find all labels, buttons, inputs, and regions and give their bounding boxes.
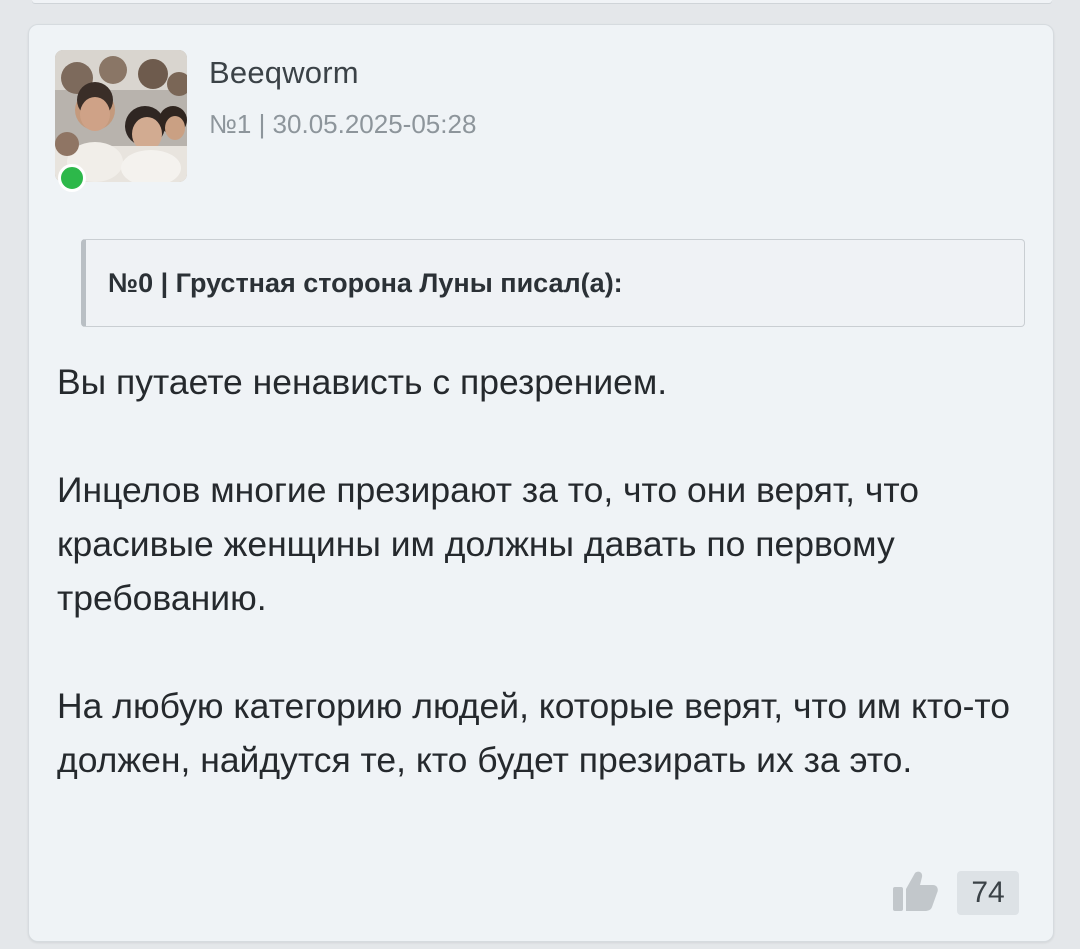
previous-post-edge	[32, 0, 1052, 3]
like-count: 74	[957, 871, 1019, 915]
avatar[interactable]	[55, 50, 187, 182]
post-paragraph: На любую категорию людей, которые верят,…	[57, 686, 1011, 780]
post-body: Вы путаете ненависть с презрением. Инцел…	[57, 355, 1017, 787]
forum-post: Beeqworm №1 | 30.05.2025-05:28 №0 | Грус…	[28, 24, 1054, 942]
post-paragraph: Инцелов многие презирают за то, что они …	[57, 470, 919, 618]
post-author[interactable]: Beeqworm	[209, 55, 359, 91]
online-status-dot	[58, 164, 86, 192]
post-meta: №1 | 30.05.2025-05:28	[209, 109, 477, 139]
quote-header[interactable]: №0 | Грустная сторона Луны писал(а):	[108, 268, 623, 299]
post-paragraph: Вы путаете ненависть с презрением.	[57, 362, 668, 402]
quote-block: №0 | Грустная сторона Луны писал(а):	[81, 239, 1025, 327]
thumbs-up-icon[interactable]	[891, 869, 939, 913]
